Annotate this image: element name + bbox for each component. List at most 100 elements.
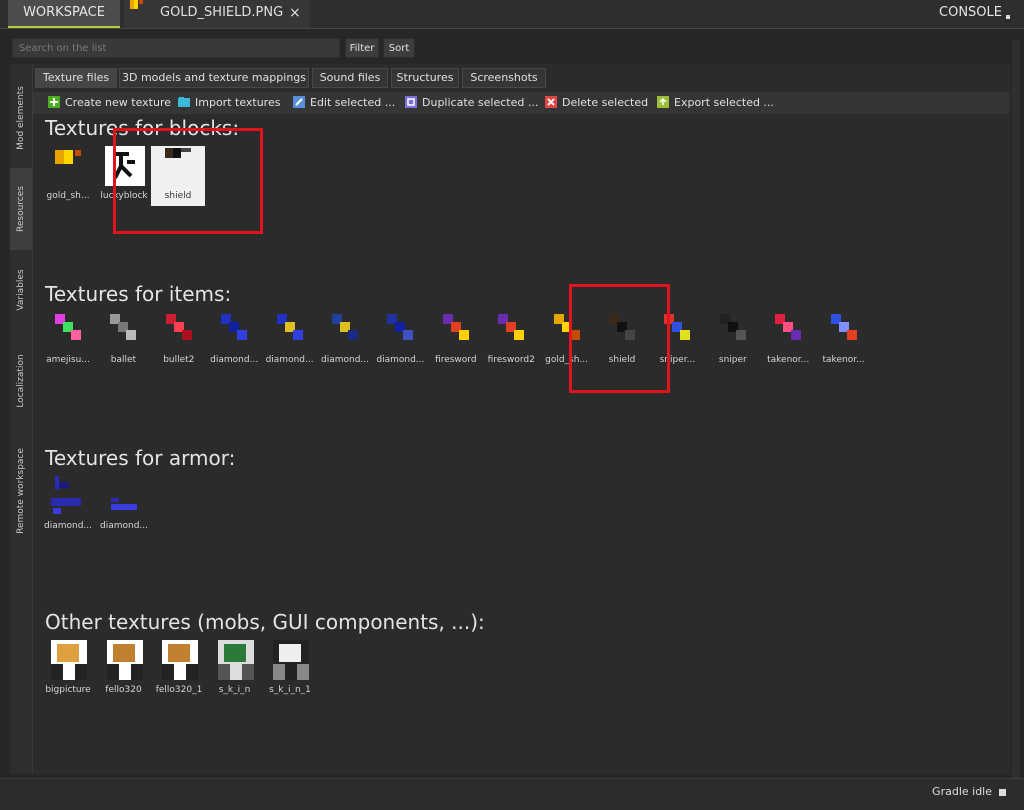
export-icon — [657, 96, 669, 108]
section-title-armor: Textures for armor: — [45, 446, 236, 470]
texture-thumbnail — [273, 640, 309, 680]
texture-tile[interactable]: fello320 — [97, 640, 151, 700]
texture-label: diamond... — [99, 521, 148, 531]
texture-label: diamond... — [265, 355, 314, 365]
texture-tile[interactable]: bigpicture — [41, 640, 95, 700]
sidebar-item-remote-workspace[interactable]: Remote workspace — [10, 436, 32, 546]
sidebar-item-variables[interactable]: Variables — [10, 260, 32, 320]
search-row: Search on the list Filter Sort — [0, 34, 1024, 62]
texture-tile[interactable]: amejisu... — [41, 310, 95, 370]
vertical-scrollbar[interactable] — [1012, 40, 1020, 778]
folder-icon — [178, 97, 190, 107]
texture-tile[interactable]: s_k_i_n_1 — [263, 640, 317, 700]
texture-tile[interactable]: gold_sh... — [41, 146, 95, 206]
texture-thumbnail — [55, 314, 81, 340]
texture-label: sniper — [718, 355, 747, 365]
texture-thumbnail — [719, 314, 746, 340]
import-textures-button[interactable]: Import textures — [178, 95, 280, 111]
texture-label: s_k_i_n — [218, 685, 251, 695]
console-tab[interactable]: CONSOLE — [939, 0, 1002, 26]
left-sidebar: Mod elements Resources Variables Localiz… — [10, 64, 32, 774]
texture-thumbnail — [830, 314, 857, 340]
texture-label: bullet2 — [163, 355, 195, 365]
edit-icon — [293, 96, 305, 108]
duplicate-selected-button[interactable]: Duplicate selected ... — [405, 95, 538, 111]
highlight-box — [113, 128, 263, 234]
texture-tile[interactable]: diamond... — [207, 310, 261, 370]
texture-thumbnail — [111, 498, 137, 510]
highlight-box — [569, 284, 670, 393]
texture-label: takenor... — [822, 355, 865, 365]
texture-tile[interactable]: diamond... — [318, 310, 372, 370]
texture-toolbar: Create new texture Import textures Edit … — [33, 92, 1009, 114]
texture-tile[interactable]: ballet — [96, 310, 150, 370]
texture-tile[interactable]: takenor... — [761, 310, 815, 370]
tab-screenshots[interactable]: Screenshots — [462, 68, 546, 88]
resources-panel: Texture files 3D models and texture mapp… — [32, 64, 1011, 774]
texture-icon — [130, 0, 143, 9]
texture-label: gold_sh... — [46, 191, 90, 201]
texture-tile[interactable]: s_k_i_n — [208, 640, 262, 700]
tab-3d-models[interactable]: 3D models and texture mappings — [119, 68, 309, 88]
status-bar: Gradle idle — [0, 778, 1024, 810]
texture-tile[interactable]: firesword2 — [484, 310, 538, 370]
texture-tile[interactable]: firesword — [429, 310, 483, 370]
tab-texture-files[interactable]: Texture files — [35, 68, 117, 88]
tab-structures[interactable]: Structures — [391, 68, 459, 88]
tab-file-title: GOLD_SHIELD.PNG — [160, 5, 284, 20]
texture-tile[interactable]: diamond... — [373, 310, 427, 370]
close-icon[interactable]: × — [289, 0, 301, 26]
texture-label: s_k_i_n_1 — [269, 685, 311, 695]
texture-label: bigpicture — [45, 685, 91, 695]
filter-button[interactable]: Filter — [345, 38, 379, 58]
edit-selected-button[interactable]: Edit selected ... — [293, 95, 395, 111]
texture-thumbnail — [775, 314, 802, 340]
texture-tile[interactable]: takenor... — [817, 310, 871, 370]
section-title-other: Other textures (mobs, GUI components, ..… — [45, 610, 485, 634]
sidebar-item-localization[interactable]: Localization — [10, 346, 32, 416]
gradle-status: Gradle idle — [932, 785, 992, 798]
texture-label: fello320 — [105, 685, 142, 695]
texture-thumbnail — [217, 640, 254, 680]
top-tab-bar: WORKSPACE GOLD_SHIELD.PNG × CONSOLE — [0, 0, 1024, 29]
texture-label: diamond... — [320, 355, 369, 365]
duplicate-icon — [405, 96, 417, 108]
sidebar-item-mod-elements[interactable]: Mod elements — [10, 74, 32, 162]
texture-thumbnail — [51, 640, 87, 680]
texture-label: diamond... — [43, 521, 92, 531]
texture-label: takenor... — [767, 355, 810, 365]
texture-tile[interactable]: diamond... — [263, 310, 317, 370]
texture-thumbnail — [51, 476, 81, 514]
texture-label: ballet — [110, 355, 137, 365]
search-input[interactable]: Search on the list — [12, 38, 340, 58]
texture-thumbnail — [55, 150, 81, 164]
texture-thumbnail — [106, 640, 143, 680]
tab-workspace[interactable]: WORKSPACE — [8, 0, 120, 28]
delete-selected-button[interactable]: Delete selected — [545, 95, 648, 111]
console-indicator-icon — [1006, 15, 1010, 19]
texture-label: diamond... — [376, 355, 425, 365]
texture-tile[interactable]: sniper — [706, 310, 760, 370]
texture-tile[interactable]: diamond... — [41, 476, 95, 536]
texture-thumbnail — [221, 314, 248, 340]
texture-tile[interactable]: fello320_1 — [152, 640, 206, 700]
texture-thumbnail — [276, 314, 303, 340]
tab-gold-shield[interactable]: GOLD_SHIELD.PNG × — [124, 0, 310, 28]
sort-button[interactable]: Sort — [383, 38, 415, 58]
create-texture-button[interactable]: Create new texture — [48, 95, 171, 111]
texture-label: firesword — [435, 355, 477, 365]
tab-sound-files[interactable]: Sound files — [312, 68, 388, 88]
status-indicator-icon — [999, 789, 1006, 796]
texture-thumbnail — [498, 314, 525, 340]
section-title-items: Textures for items: — [45, 282, 232, 306]
texture-thumbnail — [442, 314, 469, 340]
texture-label: firesword2 — [487, 355, 535, 365]
texture-label: amejisu... — [46, 355, 90, 365]
texture-tile[interactable]: bullet2 — [152, 310, 206, 370]
texture-thumbnail — [387, 314, 414, 340]
texture-tile[interactable]: diamond... — [97, 476, 151, 536]
sidebar-item-resources[interactable]: Resources — [10, 168, 32, 250]
export-selected-button[interactable]: Export selected ... — [657, 95, 774, 111]
texture-label: diamond... — [210, 355, 259, 365]
plus-icon — [48, 96, 60, 108]
